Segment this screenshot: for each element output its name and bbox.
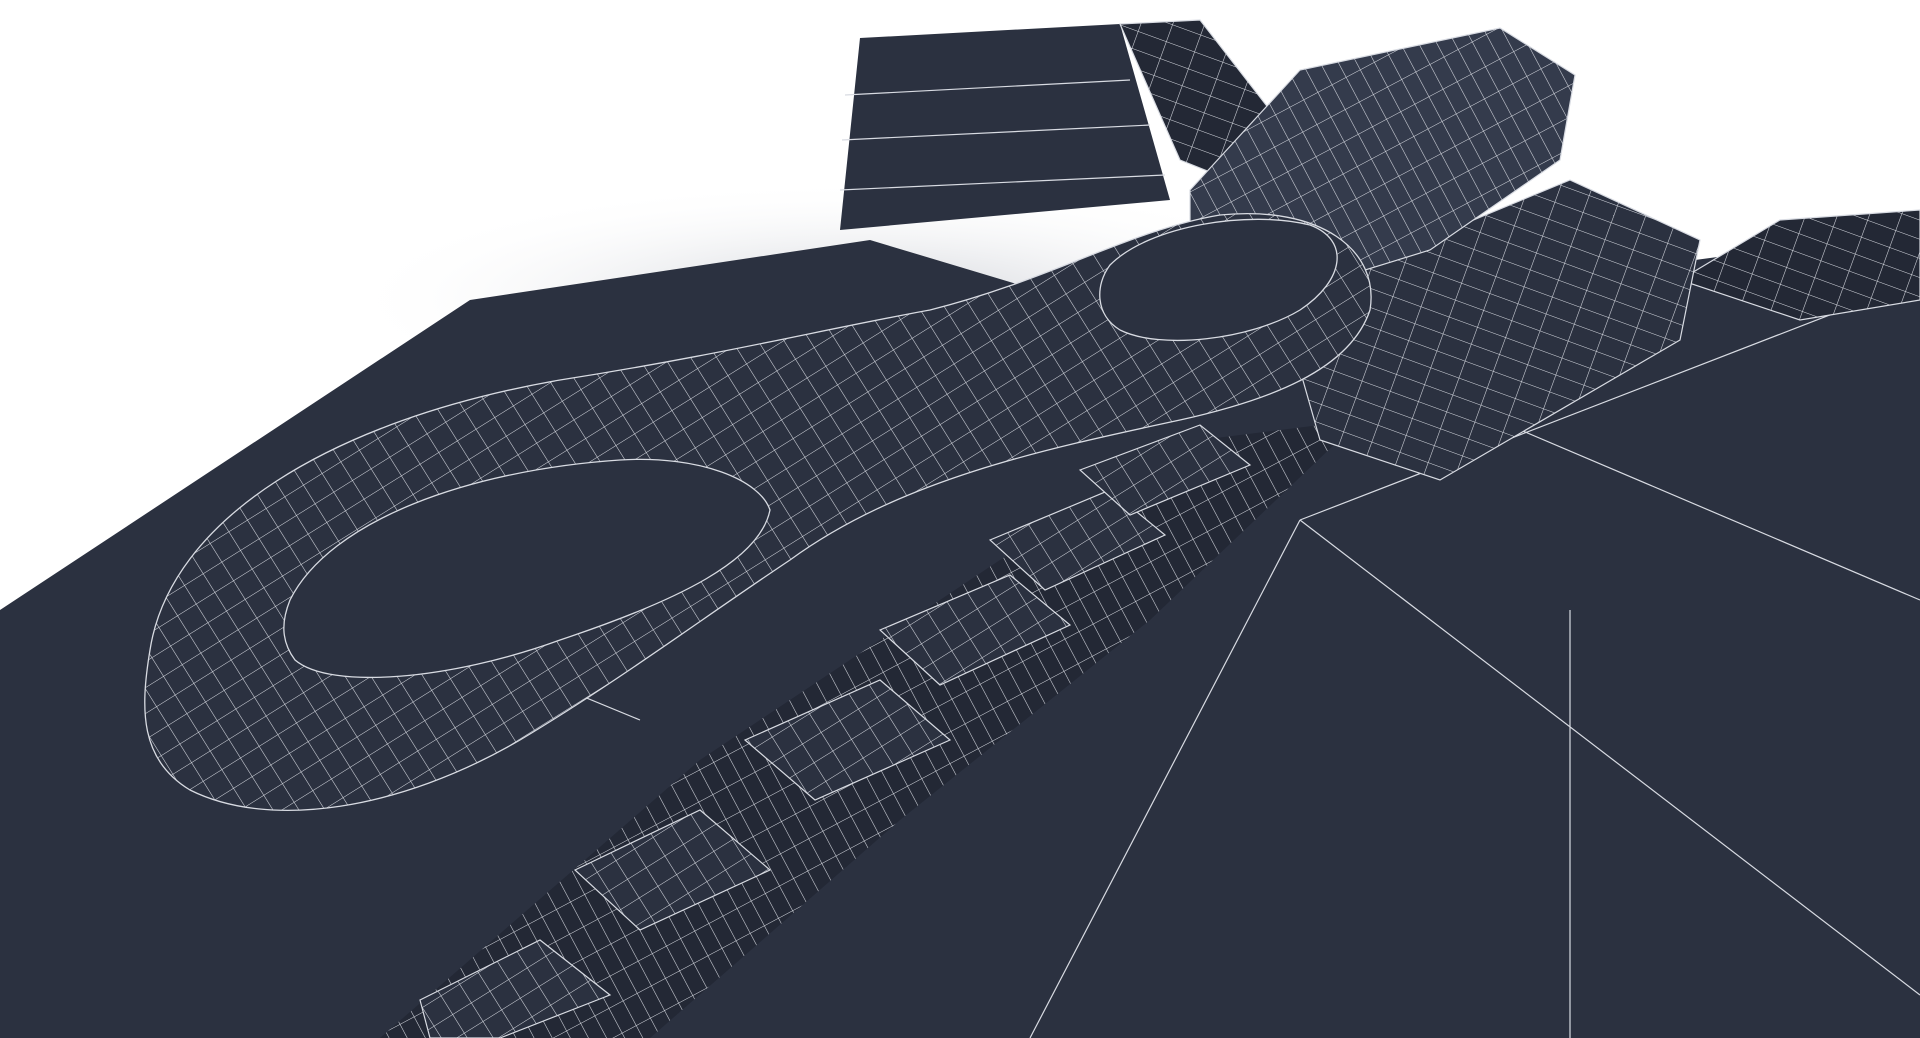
zipper-wireframe-render xyxy=(0,19,1920,1038)
